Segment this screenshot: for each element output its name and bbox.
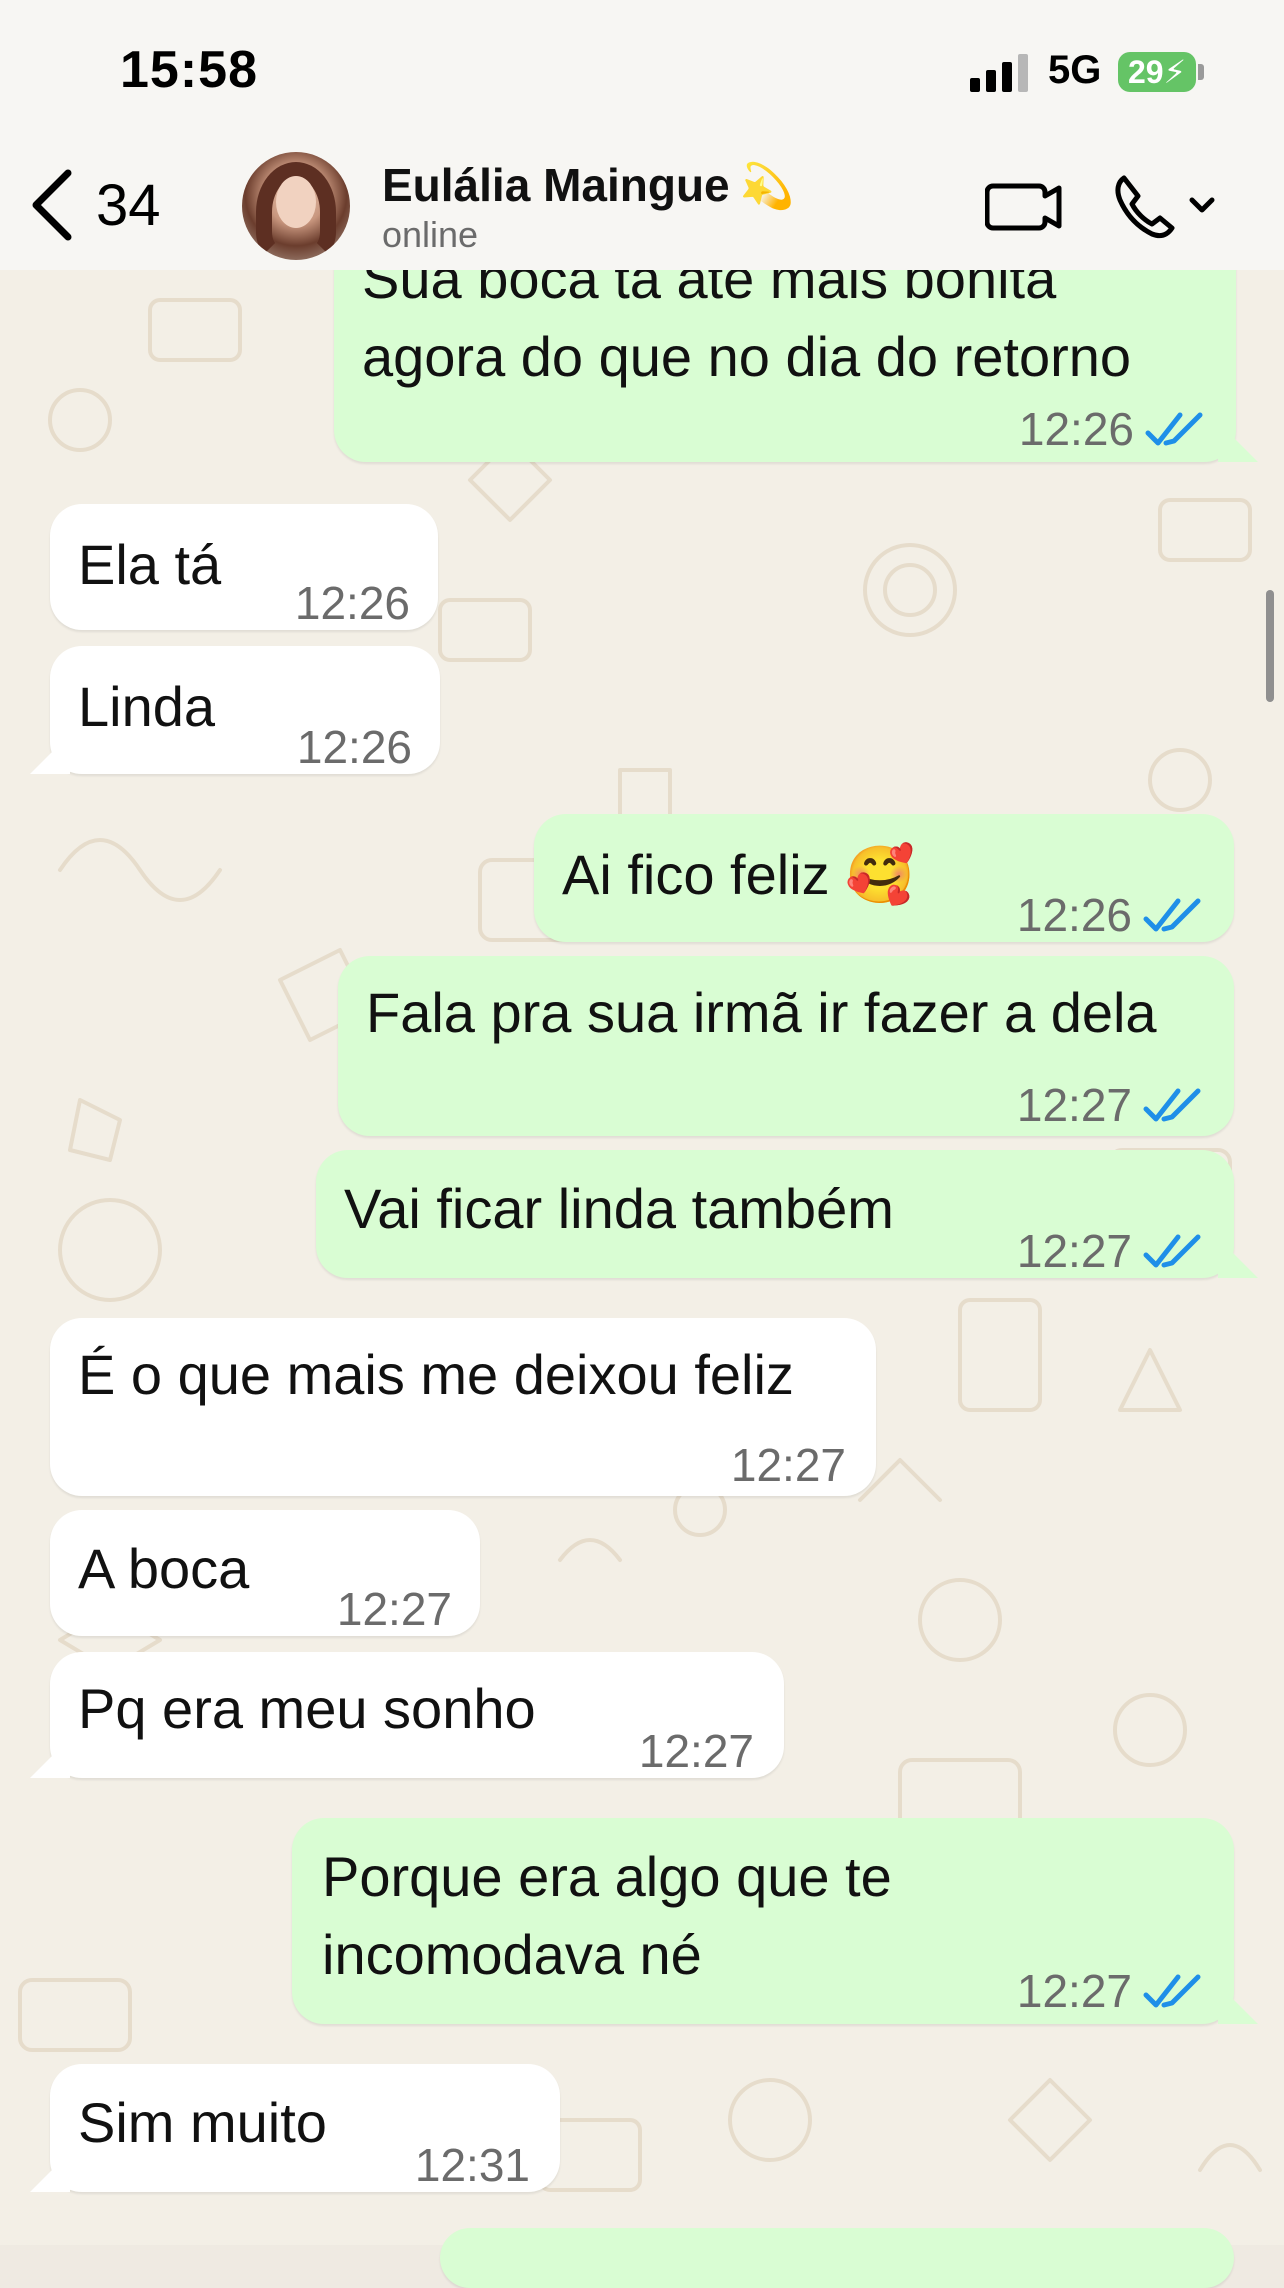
read-ticks-icon xyxy=(1145,412,1203,446)
voice-call-icon[interactable] xyxy=(1110,170,1220,240)
battery-level: 29 xyxy=(1127,53,1164,90)
network-type: 5G xyxy=(1048,48,1102,92)
message-bubble-outgoing-partial[interactable] xyxy=(440,2228,1234,2288)
message-bubble-incoming[interactable]: Ela tá 12:26 xyxy=(50,504,438,630)
message-meta: 12:26 xyxy=(1017,876,1204,954)
message-text: Fala pra sua irmã ir fazer a dela xyxy=(366,981,1157,1044)
message-bubble-incoming[interactable]: Linda 12:26 xyxy=(50,646,440,774)
message-bubble-incoming[interactable]: É o que mais me deixou feliz 12:27 xyxy=(50,1318,876,1496)
status-time: 15:58 xyxy=(120,41,258,99)
chat-header: 34 Eulália Maingue 💫 online xyxy=(0,140,1284,270)
message-time: 12:27 xyxy=(1016,1965,1132,2017)
contact-emoji: 💫 xyxy=(739,162,795,211)
message-time: 12:26 xyxy=(1016,889,1132,941)
read-ticks-icon xyxy=(1143,1088,1201,1122)
signal-icon xyxy=(970,54,1028,92)
message-meta: 12:27 xyxy=(1017,1212,1204,1290)
contact-status: online xyxy=(382,214,479,255)
message-time: 12:26 xyxy=(296,721,412,773)
chevron-down-icon[interactable] xyxy=(1189,197,1215,213)
message-time: 12:27 xyxy=(1016,1225,1132,1277)
message-time: 12:27 xyxy=(638,1725,754,1777)
avatar-face xyxy=(276,176,316,228)
battery-tip xyxy=(1198,64,1204,80)
contact-avatar[interactable] xyxy=(242,152,350,260)
message-meta: 12:27 xyxy=(1017,1952,1204,2030)
message-bubble-incoming[interactable]: A boca 12:27 xyxy=(50,1510,480,1636)
back-button[interactable]: 34 xyxy=(30,160,200,250)
message-text: Vai ficar linda também xyxy=(344,1177,894,1240)
message-bubble-outgoing[interactable]: Ai fico feliz 🥰 12:26 xyxy=(534,814,1234,942)
message-bubble-incoming[interactable]: Pq era meu sonho 12:27 xyxy=(50,1652,784,1778)
message-text: Sim muito xyxy=(78,2091,327,2154)
message-bubble-outgoing[interactable]: Vai ficar linda também 12:27 xyxy=(316,1150,1234,1278)
message-time: 12:26 xyxy=(294,577,410,629)
back-chevron-icon xyxy=(32,169,72,241)
scrollbar[interactable] xyxy=(1266,590,1274,702)
message-time: 12:27 xyxy=(1016,1079,1132,1131)
message-text: A boca xyxy=(78,1537,250,1600)
message-text: Linda xyxy=(78,675,216,738)
unread-count: 34 xyxy=(96,172,161,238)
message-text: Ai fico feliz 🥰 xyxy=(562,843,915,906)
message-meta: 12:26 xyxy=(1019,390,1206,468)
message-text: É o que mais me deixou feliz xyxy=(78,1343,794,1406)
message-bubble-outgoing[interactable]: Fala pra sua irmã ir fazer a dela 12:27 xyxy=(338,956,1234,1136)
message-meta: 12:27 xyxy=(1017,1066,1204,1144)
message-time: 12:27 xyxy=(730,1439,846,1491)
message-text: Pq era meu sonho xyxy=(78,1677,536,1740)
message-time: 12:26 xyxy=(1018,403,1134,455)
message-bubble-outgoing[interactable]: Porque era algo que te incomodava né 12:… xyxy=(292,1818,1234,2024)
message-text: Porque era algo que te incomodava né xyxy=(322,1845,892,1986)
read-ticks-icon xyxy=(1143,898,1201,932)
read-ticks-icon xyxy=(1143,1234,1201,1268)
message-time: 12:27 xyxy=(336,1583,452,1635)
charging-icon: ⚡ xyxy=(1163,54,1187,90)
contact-name[interactable]: Eulália Maingue 💫 xyxy=(382,158,794,212)
message-bubble-incoming[interactable]: Sim muito 12:31 xyxy=(50,2064,560,2192)
video-call-icon[interactable] xyxy=(985,172,1065,242)
message-time: 12:31 xyxy=(414,2139,530,2191)
read-ticks-icon xyxy=(1143,1974,1201,2008)
battery-indicator: 29 ⚡ xyxy=(1118,52,1196,92)
status-bar: 15:58 5G 29 ⚡ xyxy=(0,0,1284,140)
message-text: Ela tá xyxy=(78,533,222,596)
contact-name-text: Eulália Maingue xyxy=(382,159,730,211)
